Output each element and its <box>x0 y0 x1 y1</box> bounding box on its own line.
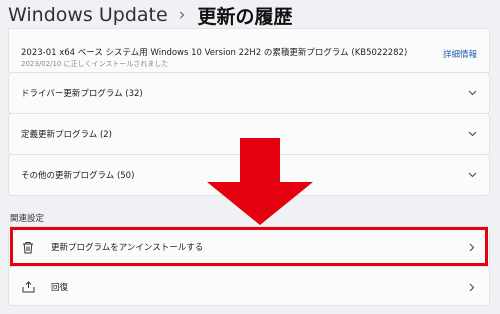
update-name: 2023-01 x64 ベース システム用 Windows 10 Version… <box>21 48 408 58</box>
uninstall-updates-label: 更新プログラムをアンインストールする <box>51 243 204 253</box>
red-down-arrow-icon <box>207 138 313 225</box>
chevron-down-icon <box>467 88 477 98</box>
recovery-icon <box>21 280 35 294</box>
recovery-link[interactable]: 回復 <box>8 266 490 306</box>
chevron-right-icon <box>467 282 477 292</box>
driver-updates-expander[interactable]: ドライバー更新プログラム (32) <box>8 72 490 114</box>
expander-label: ドライバー更新プログラム (32) <box>21 89 143 99</box>
trash-icon <box>21 240 35 254</box>
breadcrumb: Windows Update › 更新の履歴 <box>8 0 293 30</box>
related-settings-heading: 関連設定 <box>10 214 45 224</box>
breadcrumb-separator-icon: › <box>178 5 186 25</box>
chevron-right-icon <box>467 242 477 252</box>
uninstall-updates-link[interactable]: 更新プログラムをアンインストールする <box>8 226 490 267</box>
chevron-down-icon <box>467 129 477 139</box>
update-install-status: 2023/02/10 に正しくインストールされました <box>21 60 169 68</box>
chevron-down-icon <box>467 170 477 180</box>
breadcrumb-parent-windows-update[interactable]: Windows Update <box>8 4 168 26</box>
recovery-label: 回復 <box>51 283 69 293</box>
quality-update-card: 2023-01 x64 ベース システム用 Windows 10 Version… <box>8 28 490 74</box>
page-title: 更新の履歴 <box>197 5 293 28</box>
detail-info-link[interactable]: 詳細情報 <box>443 48 477 60</box>
